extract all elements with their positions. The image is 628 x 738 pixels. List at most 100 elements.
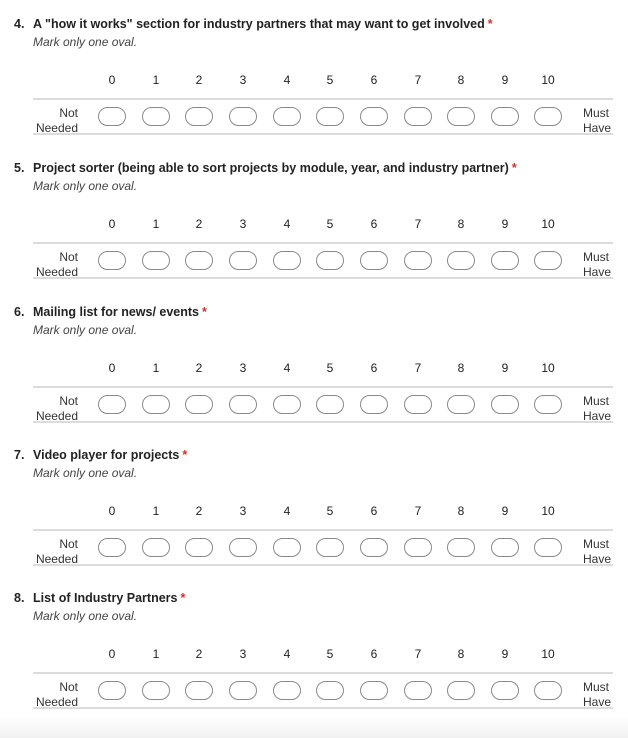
rating-option-1-radio[interactable] — [142, 395, 170, 414]
scale-number: 0 — [108, 217, 116, 231]
scale-number: 2 — [195, 73, 203, 87]
question-number: 5. — [14, 161, 25, 175]
rating-option-4-radio[interactable] — [273, 538, 301, 557]
rating-option-9-radio[interactable] — [491, 538, 519, 557]
rating-option-3-radio[interactable] — [229, 251, 257, 270]
rating-option-5-radio[interactable] — [316, 395, 344, 414]
rating-option-3-radio[interactable] — [229, 107, 257, 126]
question-text: A "how it works" section for industry pa… — [33, 17, 485, 31]
scale-number: 9 — [501, 361, 509, 375]
rating-option-8-radio[interactable] — [447, 107, 475, 126]
scale-number: 9 — [501, 504, 509, 518]
rating-option-10-radio[interactable] — [534, 251, 562, 270]
rating-option-7-radio[interactable] — [404, 538, 432, 557]
question-text: Mailing list for news/ events — [33, 305, 200, 319]
rating-option-7-radio[interactable] — [404, 107, 432, 126]
rating-option-5-radio[interactable] — [316, 107, 344, 126]
rating-option-5-radio[interactable] — [316, 681, 344, 700]
rating-option-4-radio[interactable] — [273, 251, 301, 270]
rating-option-6-radio[interactable] — [360, 251, 388, 270]
rating-option-6-radio[interactable] — [360, 538, 388, 557]
scale-number: 0 — [108, 361, 116, 375]
rating-row: Not Needed Must Have — [0, 674, 628, 710]
rating-option-7-radio[interactable] — [404, 251, 432, 270]
rating-option-8-radio[interactable] — [447, 251, 475, 270]
rating-option-2-radio[interactable] — [185, 681, 213, 700]
rating-option-0-radio[interactable] — [98, 395, 126, 414]
scale-number: 8 — [457, 217, 465, 231]
low-end-label: Not Needed — [30, 394, 78, 424]
rating-option-2-radio[interactable] — [185, 251, 213, 270]
rating-option-5-radio[interactable] — [316, 251, 344, 270]
rating-row: Not Needed Must Have — [0, 244, 628, 279]
row-divider-bottom — [33, 277, 613, 279]
rating-option-7-radio[interactable] — [404, 681, 432, 700]
rating-option-0-radio[interactable] — [98, 538, 126, 557]
rating-row: Not Needed Must Have — [0, 100, 628, 135]
rating-option-9-radio[interactable] — [491, 107, 519, 126]
question-title: 8. List of Industry Partners * — [14, 591, 185, 605]
rating-option-4-radio[interactable] — [273, 681, 301, 700]
rating-option-9-radio[interactable] — [491, 395, 519, 414]
rating-option-6-radio[interactable] — [360, 395, 388, 414]
scale-number: 5 — [326, 647, 334, 661]
high-end-label: Must Have — [583, 680, 623, 710]
scale-number: 1 — [152, 217, 160, 231]
rating-option-9-radio[interactable] — [491, 251, 519, 270]
rating-option-2-radio[interactable] — [185, 107, 213, 126]
scale-number: 4 — [283, 361, 291, 375]
rating-option-10-radio[interactable] — [534, 395, 562, 414]
question-number: 7. — [14, 448, 25, 462]
scale-number: 6 — [370, 504, 378, 518]
scale-number: 7 — [414, 504, 422, 518]
row-divider-bottom — [33, 421, 613, 423]
scale-number: 3 — [239, 73, 247, 87]
rating-option-2-radio[interactable] — [185, 538, 213, 557]
scale-number: 9 — [501, 73, 509, 87]
rating-option-9-radio[interactable] — [491, 681, 519, 700]
rating-option-10-radio[interactable] — [534, 538, 562, 557]
rating-option-1-radio[interactable] — [142, 251, 170, 270]
low-end-label: Not Needed — [30, 537, 78, 567]
rating-option-4-radio[interactable] — [273, 395, 301, 414]
scale-number: 4 — [283, 217, 291, 231]
rating-option-8-radio[interactable] — [447, 681, 475, 700]
question-hint: Mark only one oval. — [33, 179, 138, 193]
rating-option-0-radio[interactable] — [98, 251, 126, 270]
scale-number: 8 — [457, 361, 465, 375]
rating-option-6-radio[interactable] — [360, 681, 388, 700]
scale-number: 7 — [414, 361, 422, 375]
scale-number: 2 — [195, 504, 203, 518]
scale-number: 3 — [239, 361, 247, 375]
rating-option-8-radio[interactable] — [447, 395, 475, 414]
scale-number: 3 — [239, 647, 247, 661]
rating-option-8-radio[interactable] — [447, 538, 475, 557]
rating-option-7-radio[interactable] — [404, 395, 432, 414]
rating-option-1-radio[interactable] — [142, 538, 170, 557]
rating-option-3-radio[interactable] — [229, 538, 257, 557]
rating-option-10-radio[interactable] — [534, 107, 562, 126]
question-text: Video player for projects — [33, 448, 180, 462]
rating-row: Not Needed Must Have — [0, 388, 628, 424]
question-text: List of Industry Partners — [33, 591, 178, 605]
high-end-label-line1: Must — [583, 394, 610, 408]
rating-option-6-radio[interactable] — [360, 107, 388, 126]
question-hint: Mark only one oval. — [33, 323, 138, 337]
rating-option-2-radio[interactable] — [185, 395, 213, 414]
rating-option-0-radio[interactable] — [98, 107, 126, 126]
scale-number: 6 — [370, 217, 378, 231]
rating-option-10-radio[interactable] — [534, 681, 562, 700]
rating-option-3-radio[interactable] — [229, 395, 257, 414]
rating-option-4-radio[interactable] — [273, 107, 301, 126]
scale-number: 5 — [326, 361, 334, 375]
rating-option-1-radio[interactable] — [142, 681, 170, 700]
rating-option-5-radio[interactable] — [316, 538, 344, 557]
scale-number: 9 — [501, 217, 509, 231]
rating-option-3-radio[interactable] — [229, 681, 257, 700]
rating-option-1-radio[interactable] — [142, 107, 170, 126]
rating-option-0-radio[interactable] — [98, 681, 126, 700]
scale-numbers: 0 1 2 3 4 5 6 7 8 9 10 — [0, 217, 628, 233]
scale-number: 6 — [370, 361, 378, 375]
scale-number: 2 — [195, 217, 203, 231]
high-end-label-line1: Must — [583, 680, 610, 694]
